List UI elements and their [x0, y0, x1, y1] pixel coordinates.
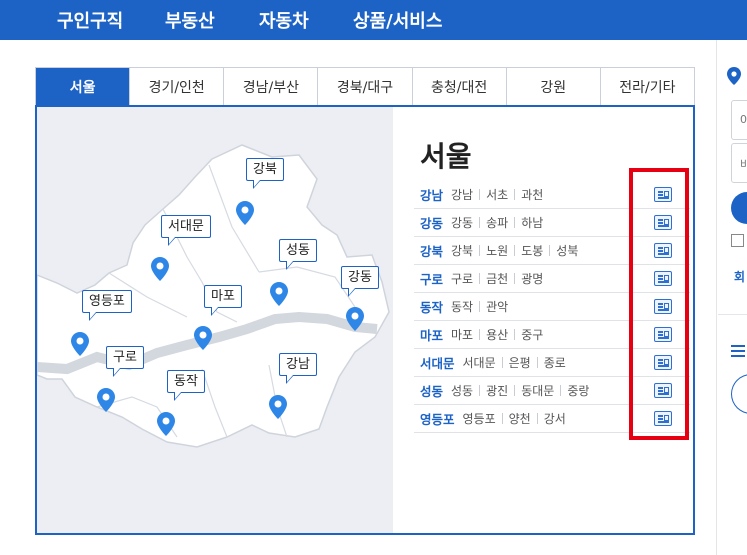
district-name-link[interactable]: 강남 [420, 185, 443, 204]
sub-district-link[interactable]: 관악 [486, 298, 508, 315]
nav-job[interactable]: 구인구직 [57, 7, 123, 33]
map-pin-icon[interactable] [157, 412, 175, 436]
separator [479, 301, 481, 312]
sub-district-link[interactable]: 용산 [486, 326, 508, 343]
map-label-gangdong[interactable]: 강동 [341, 266, 379, 297]
sub-district-link[interactable]: 과천 [521, 186, 543, 203]
top-navigation: 구인구직 부동산 자동차 상품/서비스 [0, 0, 747, 40]
district-name-link[interactable]: 성동 [420, 381, 443, 400]
separator [514, 189, 516, 200]
separator [479, 385, 481, 396]
map-label-guro[interactable]: 구로 [106, 346, 144, 377]
sub-district-link[interactable]: 종로 [544, 354, 566, 371]
sub-district-link[interactable]: 중구 [521, 326, 543, 343]
district-name-link[interactable]: 서대문 [420, 353, 455, 372]
district-name-link[interactable]: 영등포 [420, 409, 455, 428]
sub-district-link[interactable]: 양천 [509, 410, 531, 427]
sub-district-link[interactable]: 강남 [451, 186, 473, 203]
map-label-gangnam[interactable]: 강남 [279, 353, 317, 384]
sub-district-link[interactable]: 중랑 [567, 382, 589, 399]
district-name-link[interactable]: 마포 [420, 325, 443, 344]
nav-goods-services[interactable]: 상품/서비스 [353, 7, 442, 33]
map-pin-icon[interactable] [151, 257, 169, 281]
sub-district-link[interactable]: 구로 [451, 270, 473, 287]
map-pin-icon[interactable] [97, 388, 115, 412]
sub-district-link[interactable]: 서초 [486, 186, 508, 203]
separator [536, 357, 538, 368]
location-pin-icon [727, 67, 741, 85]
map-pin-icon[interactable] [194, 326, 212, 350]
map-pin-icon[interactable] [71, 332, 89, 356]
highlight-box [629, 168, 689, 440]
sub-district-link[interactable]: 강동 [451, 214, 473, 231]
sidebar-input-2[interactable]: 비 [731, 143, 747, 183]
tab-seoul[interactable]: 서울 [36, 68, 131, 106]
sub-district-link[interactable]: 은평 [509, 354, 531, 371]
hamburger-icon[interactable] [731, 345, 745, 357]
sub-district-link[interactable]: 마포 [451, 326, 473, 343]
sub-district-link[interactable]: 동작 [451, 298, 473, 315]
separator [514, 245, 516, 256]
sidebar-checkbox[interactable] [731, 234, 744, 247]
sub-district-link[interactable]: 광명 [521, 270, 543, 287]
separator [549, 245, 551, 256]
region-title: 서울 [420, 140, 472, 173]
separator [560, 385, 562, 396]
separator [501, 357, 503, 368]
sub-district-link[interactable]: 하남 [521, 214, 543, 231]
sub-district-link[interactable]: 금천 [486, 270, 508, 287]
map-label-gangbuk[interactable]: 강북 [246, 158, 284, 189]
sidebar-divider [718, 314, 747, 315]
separator [536, 413, 538, 424]
separator [479, 273, 481, 284]
sub-district-link[interactable]: 동대문 [521, 382, 554, 399]
map-label-dongjak[interactable]: 동작 [167, 370, 205, 401]
separator [514, 217, 516, 228]
map-label-mapo[interactable]: 마포 [204, 285, 242, 316]
sub-district-link[interactable]: 성북 [556, 242, 578, 259]
sub-district-link[interactable]: 강북 [451, 242, 473, 259]
map-pin-icon[interactable] [346, 307, 364, 331]
seoul-map: 강북 서대문 성동 강동 영등포 마포 구로 동작 강남 [37, 107, 393, 533]
tab-gangwon[interactable]: 강원 [506, 68, 601, 106]
tab-jeolla-etc[interactable]: 전라/기타 [600, 68, 694, 106]
region-panel: 강북 서대문 성동 강동 영등포 마포 구로 동작 강남 서울 강남 강남 서초 과천… [35, 105, 695, 535]
map-pin-icon[interactable] [236, 201, 254, 225]
tab-gyeongnam-busan[interactable]: 경남/부산 [224, 68, 319, 106]
district-name-link[interactable]: 강북 [420, 241, 443, 260]
map-label-seongdong[interactable]: 성동 [279, 239, 317, 270]
tab-gyeonggi-incheon[interactable]: 경기/인천 [130, 68, 225, 106]
separator [514, 273, 516, 284]
map-pin-icon[interactable] [269, 395, 287, 419]
map-pin-icon[interactable] [270, 282, 288, 306]
separator [514, 329, 516, 340]
separator [514, 385, 516, 396]
nav-realestate[interactable]: 부동산 [165, 7, 215, 33]
map-label-seodaemun[interactable]: 서대문 [161, 215, 211, 246]
separator [501, 413, 503, 424]
sidebar-input-1[interactable]: 0 [731, 100, 747, 140]
separator [479, 217, 481, 228]
district-name-link[interactable]: 강동 [420, 213, 443, 232]
sub-district-link[interactable]: 성동 [451, 382, 473, 399]
tab-chungcheong-daejeon[interactable]: 충청/대전 [412, 68, 507, 106]
sub-district-link[interactable]: 서대문 [463, 354, 496, 371]
sub-district-link[interactable]: 도봉 [521, 242, 543, 259]
nav-car[interactable]: 자동차 [259, 7, 309, 33]
sub-district-link[interactable]: 광진 [486, 382, 508, 399]
tab-gyeongbuk-daegu[interactable]: 경북/대구 [318, 68, 413, 106]
sub-district-link[interactable]: 노원 [486, 242, 508, 259]
district-name-link[interactable]: 구로 [420, 269, 443, 288]
sub-district-link[interactable]: 송파 [486, 214, 508, 231]
sub-district-link[interactable]: 영등포 [463, 410, 496, 427]
region-tabs: 서울 경기/인천 경남/부산 경북/대구 충청/대전 강원 전라/기타 [35, 67, 695, 106]
sub-district-link[interactable]: 강서 [544, 410, 566, 427]
map-label-yeongdeungpo[interactable]: 영등포 [82, 290, 132, 321]
separator [479, 329, 481, 340]
district-name-link[interactable]: 동작 [420, 297, 443, 316]
separator [479, 245, 481, 256]
sidebar-link[interactable]: 회 [734, 268, 745, 285]
separator [479, 189, 481, 200]
